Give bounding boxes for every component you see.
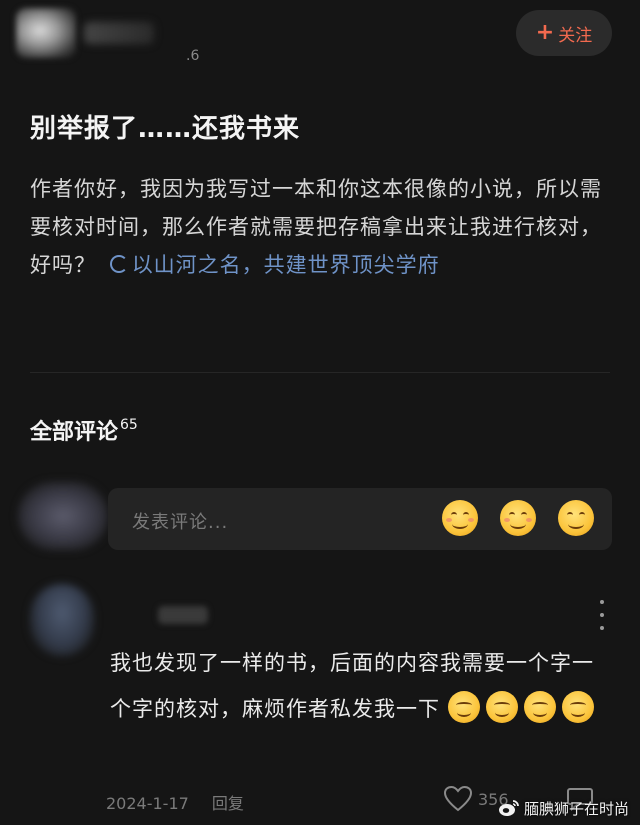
plus-icon: +	[535, 20, 555, 45]
post-header: .6 + 关注	[0, 0, 640, 80]
follow-button[interactable]: + 关注	[516, 10, 612, 56]
author-avatar[interactable]	[16, 8, 76, 58]
eye	[451, 512, 457, 518]
eye	[521, 512, 527, 518]
blush	[526, 518, 532, 522]
dot	[600, 626, 604, 630]
comment-input-placeholder: 发表评论...	[132, 512, 229, 533]
eye	[579, 512, 585, 518]
mouth	[452, 519, 468, 529]
smile-emoji-icon	[523, 691, 556, 723]
eye	[509, 512, 515, 518]
heart-icon[interactable]	[444, 786, 472, 812]
more-options-icon[interactable]	[598, 600, 606, 630]
weibo-logo-icon	[499, 800, 519, 816]
comment-footer: 2024-1-17 回复	[106, 790, 244, 814]
mouth	[510, 519, 526, 529]
divider	[30, 372, 610, 373]
comment-date: 2024-1-17	[106, 794, 189, 813]
smile-emoji-icon	[447, 691, 480, 723]
watermark-text: 腼腆狮子在时尚	[524, 799, 630, 818]
topic-icon	[109, 255, 128, 273]
current-user-avatar	[18, 482, 108, 550]
dot	[600, 600, 604, 604]
comment-text: 我也发现了一样的书，后面的内容我需要一个字一个字的核对，麻烦作者私发我一下	[110, 640, 610, 732]
comments-count: 65	[120, 417, 138, 433]
post-meta: .6	[186, 48, 200, 64]
post-title: 别举报了……还我书来	[30, 114, 301, 144]
follow-label: 关注	[558, 25, 593, 46]
author-name-redacted	[84, 22, 154, 44]
comment-input[interactable]: 发表评论...	[108, 488, 612, 550]
post-content: 作者你好，我因为我写过一本和你这本很像的小说，所以需要核对时间，那么作者就需要把…	[30, 170, 614, 284]
reply-button[interactable]: 回复	[212, 794, 244, 813]
dot	[600, 613, 604, 617]
topic-link[interactable]: 以山河之名，共建世界顶尖学府	[104, 253, 440, 277]
blush	[468, 518, 474, 522]
smile-emoji-icon	[485, 691, 518, 723]
emoji-hug-icon[interactable]	[500, 500, 536, 536]
smile-emoji-icon	[561, 691, 594, 723]
eye	[567, 512, 573, 518]
post-detail-page: .6 + 关注 别举报了……还我书来 作者你好，我因为我写过一本和你这本很像的小…	[0, 0, 640, 825]
watermark: 腼腆狮子在时尚	[498, 796, 629, 820]
commenter-avatar[interactable]	[30, 584, 94, 656]
comments-heading: 全部评论 65	[30, 414, 138, 446]
topic-label: 以山河之名，共建世界顶尖学府	[131, 253, 440, 277]
emoji-smile-icon[interactable]	[558, 500, 594, 536]
commenter-name-redacted	[158, 606, 208, 624]
eye	[463, 512, 469, 518]
emoji-blush-icon[interactable]	[442, 500, 478, 536]
comment-body: 我也发现了一样的书，后面的内容我需要一个字一个字的核对，麻烦作者私发我一下	[110, 651, 594, 721]
mouth	[568, 519, 584, 529]
comments-title: 全部评论	[30, 420, 119, 445]
